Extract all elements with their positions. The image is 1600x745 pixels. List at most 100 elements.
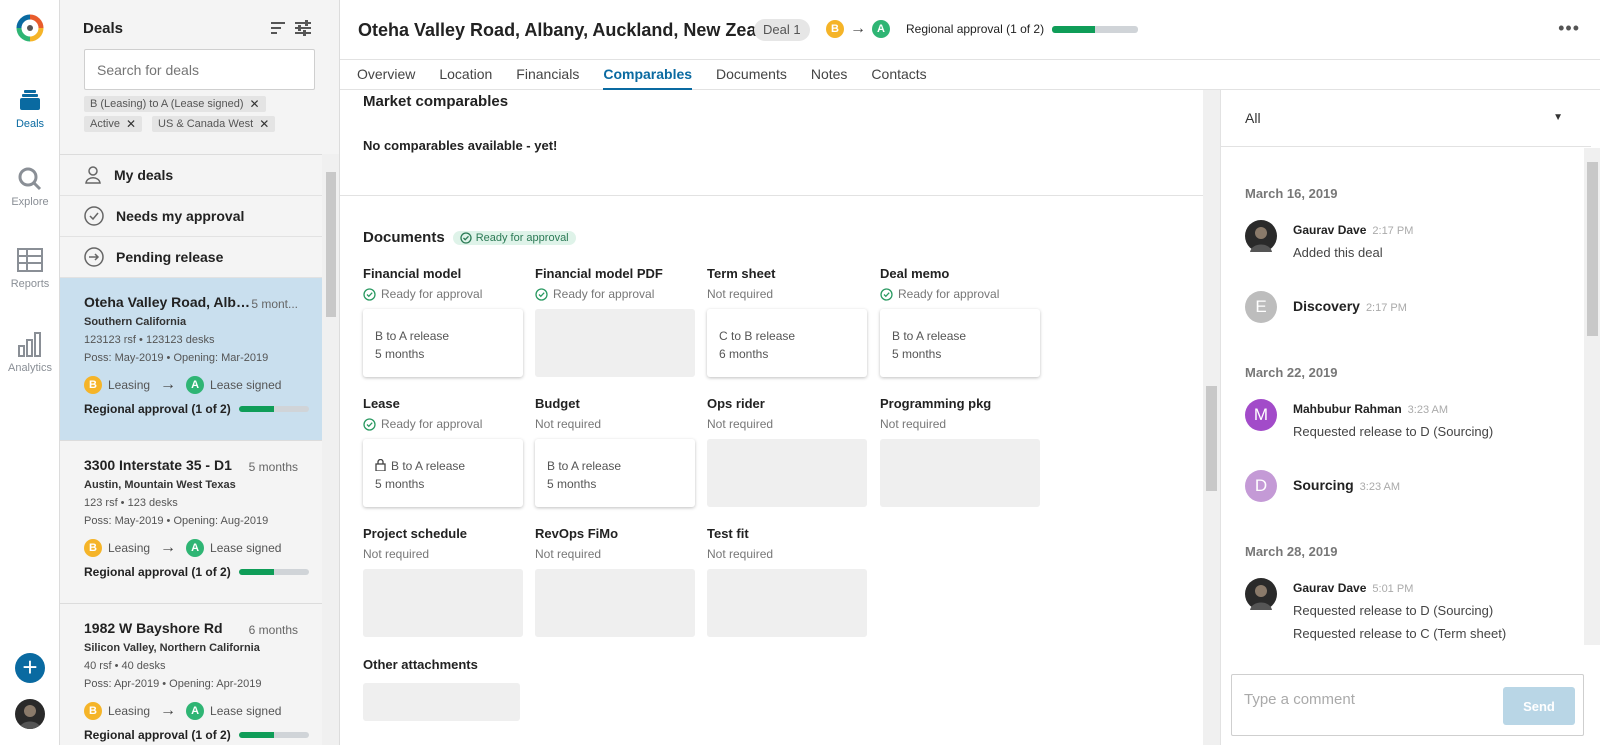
author-name: Gaurav Dave: [1293, 223, 1367, 237]
rail-item-analytics[interactable]: Analytics: [0, 330, 60, 374]
approval-label: Regional approval (1 of 2): [906, 22, 1045, 36]
document-card[interactable]: C to B release 6 months: [707, 309, 867, 377]
filter-chip[interactable]: B (Leasing) to A (Lease signed) ✕: [84, 96, 266, 112]
activity-filter-value: All: [1245, 110, 1261, 126]
document-item: Term sheet Not required C to B release 6 mo…: [707, 266, 867, 377]
document-release-label: B to A release: [375, 329, 450, 343]
tab-overview[interactable]: Overview: [357, 60, 415, 90]
documents-title: Documents Ready for approval: [363, 229, 576, 246]
deals-list: My deals Needs my approval Pending relea…: [60, 154, 322, 745]
document-card[interactable]: [707, 439, 867, 507]
deal-card[interactable]: Oteha Valley Road, Alba... 5 mont... Sou…: [60, 278, 322, 441]
document-card[interactable]: [880, 439, 1040, 507]
deal-card[interactable]: 3300 Interstate 35 - D1 5 months Austin,…: [60, 441, 322, 604]
document-status-label: Not required: [363, 547, 430, 561]
filter-label: My deals: [114, 167, 174, 183]
filter-chip[interactable]: Active ✕: [84, 116, 143, 132]
scroll-thumb[interactable]: [1587, 162, 1598, 336]
stage-badge: A: [186, 539, 205, 557]
close-icon[interactable]: ✕: [259, 117, 269, 131]
activity-time: 5:01 PM: [1372, 583, 1414, 595]
document-status-label: Not required: [535, 417, 602, 431]
explore-icon: [18, 167, 42, 191]
send-button[interactable]: Send: [1503, 687, 1575, 725]
more-options-icon[interactable]: •••: [1558, 18, 1580, 39]
user-avatar[interactable]: [15, 699, 45, 729]
activity-filter-select[interactable]: All ▼: [1221, 90, 1591, 147]
comment-input[interactable]: Type a comment Send: [1231, 674, 1584, 736]
check-circle-icon: [363, 417, 376, 431]
stage-to: Lease signed: [210, 378, 282, 392]
filter-chip[interactable]: US & Canada West ✕: [152, 116, 276, 132]
tab-location[interactable]: Location: [439, 60, 492, 90]
tab-financials[interactable]: Financials: [516, 60, 579, 90]
document-card[interactable]: [535, 309, 695, 377]
add-deal-button[interactable]: +: [15, 653, 45, 683]
tab-comparables[interactable]: Comparables: [603, 60, 693, 90]
plus-icon: +: [22, 652, 38, 682]
close-icon[interactable]: ✕: [249, 97, 259, 111]
document-release: C to B release: [719, 327, 855, 345]
rail-item-deals[interactable]: Deals: [0, 88, 60, 130]
document-card[interactable]: [707, 569, 867, 637]
tab-notes[interactable]: Notes: [811, 60, 848, 90]
deal-age: 5 months: [248, 460, 298, 474]
deal-title: 3300 Interstate 35 - D1: [84, 457, 232, 473]
document-item: Financial model PDF Ready for approval: [535, 266, 695, 377]
approval-progress: [238, 569, 309, 575]
check-circle-icon: [535, 287, 548, 301]
comparables-empty-text: No comparables available - yet!: [363, 138, 558, 153]
document-status-label: Ready for approval: [381, 287, 483, 301]
scroll-thumb[interactable]: [1206, 386, 1217, 491]
document-card[interactable]: [535, 569, 695, 637]
deals-scrollbar[interactable]: [322, 154, 339, 745]
deal-search-input[interactable]: [84, 49, 315, 90]
filter-label: Pending release: [116, 249, 224, 265]
document-status: Not required: [707, 287, 867, 301]
document-status-label: Not required: [707, 287, 774, 301]
activity-panel: All ▼ March 16, 2019 Gaurav Dave 2:17 PM Ad…: [1220, 90, 1600, 745]
deal-size: 123 rsf • 123 desks: [84, 497, 178, 509]
rail-item-explore[interactable]: Explore: [0, 166, 60, 208]
status-badge-label: Ready for approval: [475, 231, 569, 244]
document-card[interactable]: B to A release 5 months: [880, 309, 1040, 377]
scroll-thumb[interactable]: [326, 172, 336, 317]
lock-icon: [375, 459, 386, 471]
deal-dates: Poss: Apr-2019 • Opening: Apr-2019: [84, 678, 262, 690]
chip-label: B (Leasing) to A (Lease signed): [90, 98, 244, 110]
document-card[interactable]: B to A release 5 months: [363, 309, 523, 377]
feed-scrollbar[interactable]: [1584, 148, 1600, 645]
rail-item-reports[interactable]: Reports: [0, 246, 60, 290]
deal-card[interactable]: 1982 W Bayshore Rd 6 months Silicon Vall…: [60, 604, 322, 745]
sort-icon[interactable]: [270, 20, 286, 36]
avatar: M: [1245, 399, 1277, 431]
deal-title: Oteha Valley Road, Alba...: [84, 294, 254, 310]
person-icon: [1250, 227, 1272, 252]
filter-sliders-icon[interactable]: [294, 20, 312, 36]
tab-contacts[interactable]: Contacts: [871, 60, 926, 90]
person-icon: [19, 705, 41, 729]
deal-stage: B Leasing → A Lease signed: [84, 539, 322, 557]
document-item: Deal memo Ready for approval B to A releas…: [880, 266, 1040, 377]
arrow-circle-icon: [84, 247, 104, 267]
filter-pending-release[interactable]: Pending release: [60, 237, 322, 278]
filter-my-deals[interactable]: My deals: [60, 155, 322, 196]
app-logo-icon[interactable]: [16, 14, 44, 44]
document-duration: 6 months: [719, 347, 769, 361]
filter-needs-approval[interactable]: Needs my approval: [60, 196, 322, 237]
activity-time: 2:17 PM: [1365, 302, 1407, 314]
close-icon[interactable]: ✕: [126, 117, 136, 131]
deal-region: Silicon Valley, Northern California: [84, 642, 260, 654]
attachment-dropzone[interactable]: [363, 683, 520, 721]
tab-documents[interactable]: Documents: [716, 60, 787, 90]
market-comparables-title: Market comparables: [363, 93, 509, 110]
document-name: RevOps FiMo: [535, 526, 619, 541]
content-scrollbar[interactable]: [1203, 90, 1220, 745]
document-card[interactable]: B to A release 5 months: [363, 439, 523, 507]
arrow-right-icon: →: [850, 20, 866, 37]
document-name: Test fit: [707, 526, 749, 541]
document-card[interactable]: B to A release 5 months: [535, 439, 695, 507]
document-card[interactable]: [363, 569, 523, 637]
document-release: B to A release: [375, 327, 511, 345]
document-duration: 5 months: [547, 477, 597, 491]
